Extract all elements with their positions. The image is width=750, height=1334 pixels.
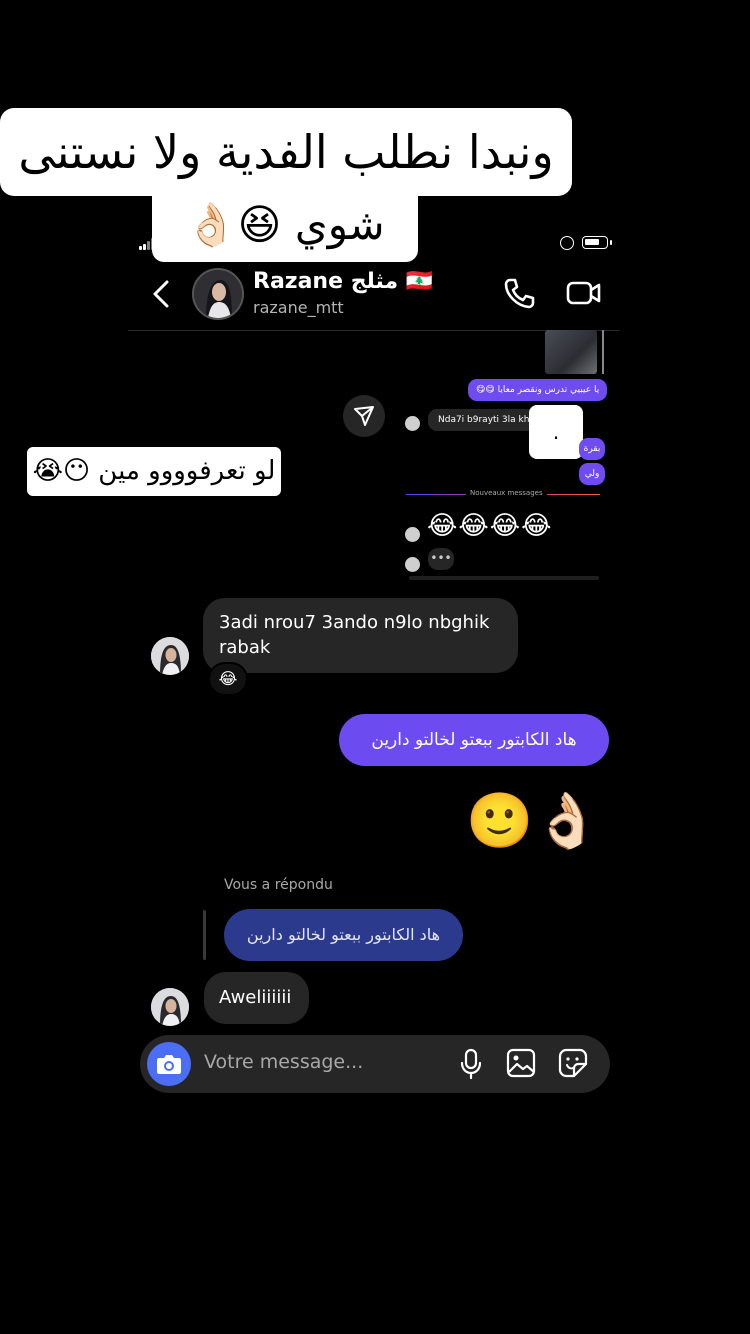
sticker-square: . [529,405,583,459]
mini-avatar [405,416,420,431]
contact-name[interactable]: Razane مثلج 🇱🇧 [253,269,433,294]
contact-username[interactable]: razane_mtt [253,298,344,317]
side-caption: لو تعرفوووو مين 😶😭 [27,447,281,496]
mini-sent-message-2: بقرة [579,438,605,460]
video-call-icon[interactable] [566,278,602,308]
mini-emoji-message: 😂😂😂😂 [427,511,553,541]
signal-icon [139,238,155,250]
mini-avatar [405,527,420,542]
shared-photo-edge [602,330,604,374]
back-arrow-icon[interactable] [148,278,178,310]
replied-label: Vous a répondu [224,877,333,893]
share-button[interactable] [343,395,385,437]
rotation-lock-icon [560,236,574,250]
received-message[interactable]: Aweliiiiii [204,972,309,1024]
sent-emoji-message[interactable]: 🙂👌🏻 [466,789,600,853]
camera-icon [157,1055,181,1074]
phone-icon[interactable] [502,276,536,310]
battery-icon [582,236,612,249]
quoted-message[interactable]: هاد الكابتور ببعتو لخالتو دارين [224,909,463,961]
caption-line-1: ونبدا نطلب الفدية ولا نستنى [0,108,572,196]
message-input[interactable]: Votre message... [204,1051,363,1073]
microphone-icon[interactable] [459,1048,483,1080]
avatar[interactable] [151,637,189,675]
received-message[interactable]: 3adi nrou7 3ando n9lo nbghik rabak [203,598,518,673]
avatar[interactable] [151,988,189,1026]
reply-indicator-bar [203,910,206,960]
new-messages-label: Nouveaux messages [466,489,547,497]
battery-level [585,239,599,245]
send-icon [354,406,374,426]
message-reaction[interactable]: 😂 [208,662,248,696]
shared-photo-thumbnail[interactable] [545,330,597,374]
sent-message[interactable]: هاد الكابتور ببعتو لخالتو دارين [339,714,609,766]
camera-button[interactable] [147,1042,191,1086]
status-icons [560,235,616,253]
sticker-icon[interactable] [558,1048,588,1078]
caption-line-2: شوي 😆👌🏻 [152,190,418,262]
mini-sent-message: يا عيبيي تدرس ونقصر معايا 😋😋 [468,379,608,401]
mini-avatar [405,557,420,572]
gallery-icon[interactable] [506,1048,536,1078]
mini-screenshot-bottom [409,576,599,580]
avatar[interactable] [192,268,244,320]
typing-indicator: ••• [428,548,454,570]
mini-sent-message-3: ولي [579,463,605,485]
